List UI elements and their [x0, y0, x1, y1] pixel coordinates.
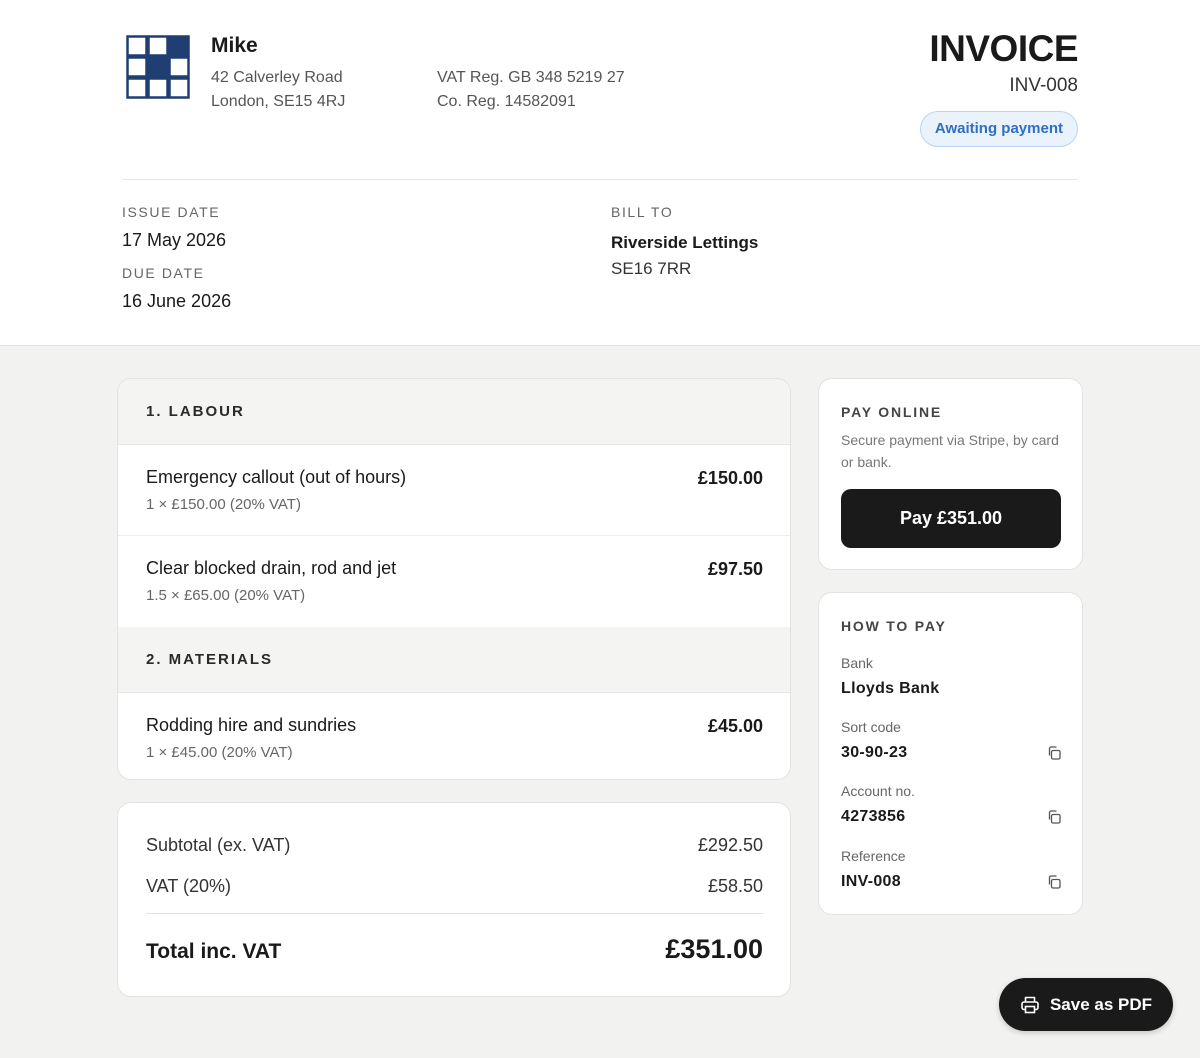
pay-online-card: PAY ONLINE Secure payment via Stripe, by… — [818, 378, 1083, 570]
issue-date-label: ISSUE DATE — [122, 204, 221, 220]
totals-card: Subtotal (ex. VAT) £292.50 VAT (20%) £58… — [117, 802, 791, 997]
line-item-detail: 1.5 × £65.00 (20% VAT) — [146, 587, 306, 604]
account-number-value: 4273856 — [841, 808, 906, 825]
how-to-pay-title: HOW TO PAY — [841, 618, 947, 634]
vat-value: £58.50 — [707, 876, 763, 896]
bank-label: Bank — [841, 655, 873, 671]
copy-icon[interactable] — [1046, 809, 1062, 825]
due-date: 16 June 2026 — [122, 291, 232, 311]
pay-online-title: PAY ONLINE — [841, 404, 942, 420]
reference-label: Reference — [841, 848, 906, 864]
bank-value: Lloyds Bank — [841, 680, 940, 697]
pay-button[interactable]: Pay £351.00 — [841, 489, 1061, 548]
total-label: Total inc. VAT — [146, 940, 282, 963]
line-item: Rodding hire and sundries 1 × £45.00 (20… — [118, 693, 790, 779]
business-name: Mike — [211, 34, 258, 57]
how-to-pay-card: HOW TO PAY Bank Lloyds Bank Sort code 30… — [818, 592, 1083, 915]
reference-value: INV-008 — [841, 873, 901, 890]
business-address: 42 Calverley Road London, SE15 4RJ — [211, 69, 346, 110]
copy-icon[interactable] — [1046, 874, 1062, 890]
section-heading-materials: 2. MATERIALS — [118, 627, 790, 693]
vat-row: VAT (20%) £58.50 — [146, 876, 763, 897]
sort-code-label: Sort code — [841, 719, 901, 735]
totals-divider — [146, 913, 763, 914]
issue-date: 17 May 2026 — [122, 230, 227, 250]
account-number-label: Account no. — [841, 783, 915, 799]
save-as-pdf-button[interactable]: Save as PDF — [999, 978, 1173, 1031]
bill-to-label: BILL TO — [611, 204, 674, 220]
header-divider — [122, 179, 1078, 180]
line-item-description: Clear blocked drain, rod and jet — [146, 558, 397, 578]
vat-label: VAT (20%) — [146, 876, 232, 896]
line-item-detail: 1 × £45.00 (20% VAT) — [146, 744, 293, 761]
line-item-amount: £45.00 — [707, 716, 763, 736]
section-heading-labour: 1. LABOUR — [118, 379, 790, 445]
subtotal-label: Subtotal (ex. VAT) — [146, 835, 291, 855]
line-item: Clear blocked drain, rod and jet 1.5 × £… — [118, 536, 790, 627]
business-registration: VAT Reg. GB 348 5219 27 Co. Reg. 1458209… — [437, 69, 625, 110]
line-item-detail: 1 × £150.00 (20% VAT) — [146, 496, 301, 513]
pay-online-description: Secure payment via Stripe, by card or ba… — [841, 432, 1059, 470]
line-item-description: Emergency callout (out of hours) — [146, 467, 407, 487]
line-items-card: 1. LABOUR Emergency callout (out of hour… — [117, 378, 791, 780]
sort-code-value: 30-90-23 — [841, 744, 908, 761]
copy-icon[interactable] — [1046, 745, 1062, 761]
save-as-pdf-label: Save as PDF — [1049, 994, 1153, 1014]
line-item-amount: £150.00 — [697, 468, 763, 488]
subtotal-value: £292.50 — [697, 835, 763, 855]
bill-to-name: Riverside Lettings — [611, 233, 759, 252]
line-item: Emergency callout (out of hours) 1 × £15… — [118, 445, 790, 536]
printer-icon — [1021, 996, 1039, 1013]
status-badge: Awaiting payment — [919, 111, 1078, 147]
line-item-description: Rodding hire and sundries — [146, 715, 357, 735]
subtotal-row: Subtotal (ex. VAT) £292.50 — [146, 835, 763, 856]
invoice-number: INV-008 — [1009, 75, 1078, 96]
total-value: £351.00 — [665, 934, 763, 964]
invoice-title: INVOICE — [929, 28, 1078, 69]
line-item-amount: £97.50 — [707, 559, 763, 579]
grid-logo-icon — [126, 35, 190, 99]
due-date-label: DUE DATE — [122, 265, 205, 281]
invoice-header: Mike 42 Calverley Road London, SE15 4RJ … — [0, 0, 1200, 346]
bill-to-postcode: SE16 7RR — [611, 259, 692, 278]
